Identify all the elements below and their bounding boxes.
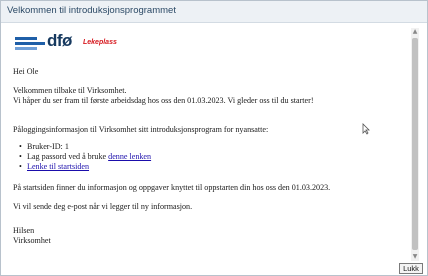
password-text: Lag passord ved å bruke xyxy=(27,152,109,161)
close-button[interactable]: Lukk xyxy=(399,263,423,274)
welcome-line-2: Vi håper du ser fram til første arbeidsd… xyxy=(13,96,314,105)
bullet: • xyxy=(19,142,22,151)
start-page-link[interactable]: Lenke til startsiden xyxy=(27,162,89,171)
bullet: • xyxy=(19,152,22,161)
welcome-dialog: Velkommen til introduksjonsprogrammet df… xyxy=(0,0,428,276)
sender: Virksomhet xyxy=(13,236,51,245)
user-id-text: Bruker-ID: 1 xyxy=(27,142,69,151)
startpage-info: På startsiden finner du informasjon og o… xyxy=(13,183,331,192)
text-cursor-icon xyxy=(362,123,370,135)
more-info: Vi vil sende deg e-post når vi legger ti… xyxy=(13,202,193,211)
signoff: Hilsen xyxy=(13,226,35,235)
dialog-titlebar: Velkommen til introduksjonsprogrammet xyxy=(1,1,427,23)
greeting: Hei Ole xyxy=(13,67,39,76)
message-content: dfø Lekeplass Hei Ole Velkommen tilbake … xyxy=(9,28,407,261)
scrollbar-thumb[interactable] xyxy=(412,38,418,250)
welcome-line-1: Velkommen tilbake til Virksomhet. xyxy=(13,86,127,95)
logo-wordmark: dfø xyxy=(47,31,72,50)
vertical-scrollbar[interactable]: ▲ ▼ xyxy=(411,28,419,261)
arrow-down-icon[interactable]: ▼ xyxy=(411,253,419,261)
list-item-user-id: • Bruker-ID: 1 xyxy=(19,142,69,152)
dialog-title: Velkommen til introduksjonsprogrammet xyxy=(7,5,176,16)
logo-tagline: Lekeplass xyxy=(83,39,117,46)
list-item-password: • Lag passord ved å bruke denne lenken xyxy=(19,152,151,162)
list-item-start-link: • Lenke til startsiden xyxy=(19,162,89,172)
login-intro: Påloggingsinformasjon til Virksomhet sit… xyxy=(13,125,269,134)
bullet: • xyxy=(19,162,22,171)
password-link[interactable]: denne lenken xyxy=(108,152,151,161)
logo-bar-top xyxy=(15,37,37,40)
logo-bar-bottom xyxy=(15,47,37,50)
arrow-up-icon[interactable]: ▲ xyxy=(411,28,419,36)
dfo-logo: dfø Lekeplass xyxy=(15,31,125,53)
logo-bar-middle xyxy=(15,42,45,45)
